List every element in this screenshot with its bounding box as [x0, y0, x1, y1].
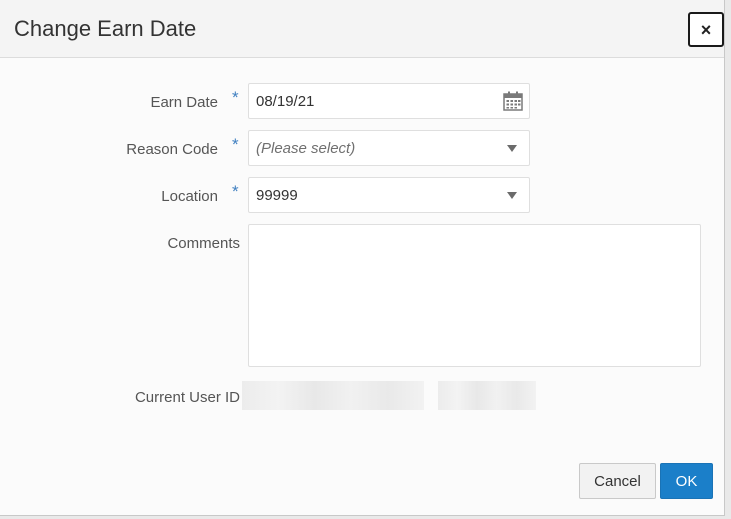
comments-label: Comments — [167, 235, 240, 252]
chevron-down-icon — [507, 192, 517, 199]
earn-date-input[interactable]: 08/19/21 — [248, 83, 530, 119]
earn-date-required-mark: * — [232, 88, 239, 107]
reason-code-label: Reason Code — [126, 141, 218, 158]
dialog-title: Change Earn Date — [14, 16, 197, 41]
comments-textarea[interactable] — [248, 224, 701, 367]
reason-code-select[interactable]: (Please select) — [248, 130, 530, 166]
close-icon: × — [700, 19, 712, 40]
current-user-id-redacted — [438, 381, 536, 410]
reason-code-placeholder: (Please select) — [256, 140, 356, 157]
location-required-mark: * — [232, 182, 239, 201]
earn-date-label: Earn Date — [150, 94, 218, 111]
calendar-icon[interactable] — [503, 91, 523, 111]
change-earn-date-dialog: Change Earn Date × Earn Date * 08/19/21 — [0, 0, 725, 516]
cancel-button[interactable]: Cancel — [579, 463, 656, 499]
location-select[interactable]: 99999 — [248, 177, 530, 213]
chevron-down-icon — [507, 145, 517, 152]
location-value: 99999 — [256, 187, 298, 204]
current-user-id-redacted — [242, 381, 424, 410]
ok-button[interactable]: OK — [660, 463, 713, 499]
reason-code-required-mark: * — [232, 135, 239, 154]
close-button[interactable]: × — [688, 12, 724, 47]
current-user-id-label: Current User ID — [134, 389, 240, 406]
location-label: Location — [161, 188, 218, 205]
dialog-header: Change Earn Date × — [0, 0, 724, 58]
earn-date-value: 08/19/21 — [256, 93, 315, 110]
